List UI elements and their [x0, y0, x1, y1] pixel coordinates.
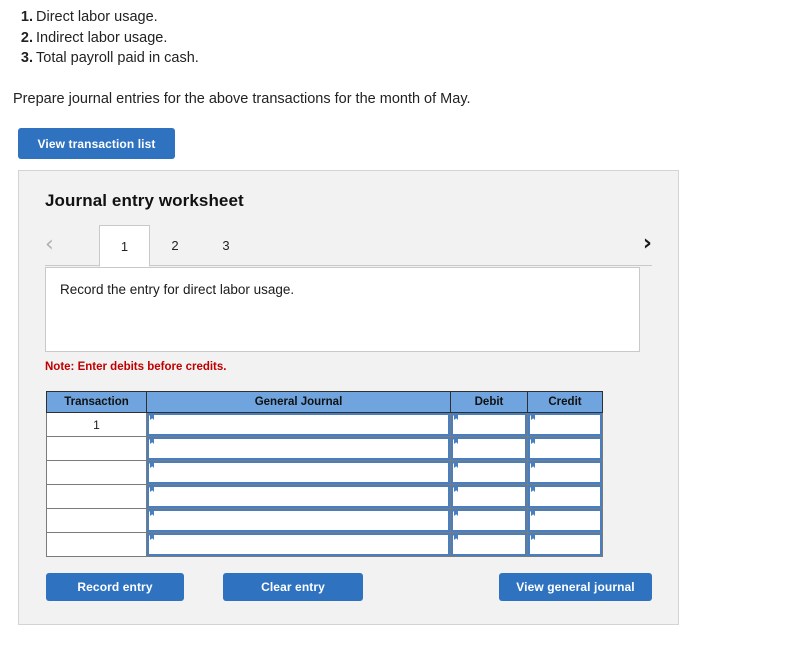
chevron-left-icon[interactable]: ‹	[45, 234, 54, 256]
transaction-number-cell	[46, 460, 147, 485]
credit-input-cell[interactable]	[527, 412, 603, 437]
credit-input-cell[interactable]	[527, 532, 603, 557]
requirements-list: 1. Direct labor usage. 2. Indirect labor u…	[13, 7, 773, 69]
general-journal-input[interactable]	[147, 437, 450, 460]
general-journal-input[interactable]	[147, 461, 450, 484]
debit-input-cell[interactable]	[450, 412, 528, 437]
record-entry-button[interactable]: Record entry	[46, 573, 184, 601]
general-journal-input[interactable]	[147, 485, 450, 508]
general-journal-input[interactable]	[147, 533, 450, 556]
credit-input[interactable]	[528, 461, 602, 484]
debit-input-cell[interactable]	[450, 508, 528, 533]
column-header-credit: Credit	[527, 391, 603, 413]
credit-input[interactable]	[528, 509, 602, 532]
table-row	[46, 484, 603, 509]
list-item: 3. Total payroll paid in cash.	[13, 48, 773, 69]
journal-entry-table: Transaction General Journal Debit Credit…	[46, 391, 603, 557]
tab-2[interactable]: 2	[150, 225, 200, 266]
tab-label: 2	[171, 238, 179, 253]
credit-input-cell[interactable]	[527, 436, 603, 461]
credit-input[interactable]	[528, 437, 602, 460]
debit-input[interactable]	[451, 461, 527, 484]
tab-1[interactable]: 1	[99, 225, 150, 267]
worksheet-tabstrip: ‹ 1 2 3 ›	[45, 225, 652, 267]
debit-input[interactable]	[451, 533, 527, 556]
list-item-label: Indirect labor usage.	[36, 29, 168, 46]
table-row	[46, 460, 603, 485]
transaction-number-cell	[46, 508, 147, 533]
instruction-text: Prepare journal entries for the above tr…	[13, 90, 471, 107]
credit-input-cell[interactable]	[527, 460, 603, 485]
journal-entry-worksheet-panel: Journal entry worksheet ‹ 1 2 3 › Record…	[18, 170, 679, 625]
table-row	[46, 436, 603, 461]
entry-description-text: Record the entry for direct labor usage.	[60, 282, 295, 297]
general-journal-input-cell[interactable]	[146, 532, 451, 557]
list-item-number: 3.	[20, 50, 33, 66]
debit-input-cell[interactable]	[450, 484, 528, 509]
debit-input-cell[interactable]	[450, 436, 528, 461]
credit-input-cell[interactable]	[527, 508, 603, 533]
debit-input[interactable]	[451, 437, 527, 460]
general-journal-input[interactable]	[147, 413, 450, 436]
table-header-row: Transaction General Journal Debit Credit	[46, 391, 603, 413]
debit-input-cell[interactable]	[450, 532, 528, 557]
debit-input[interactable]	[451, 509, 527, 532]
column-header-transaction: Transaction	[46, 391, 147, 413]
credit-input[interactable]	[528, 485, 602, 508]
chevron-right-icon[interactable]: ›	[643, 233, 652, 255]
tab-3[interactable]: 3	[200, 225, 252, 266]
view-transaction-list-button[interactable]: View transaction list	[18, 128, 175, 159]
general-journal-input-cell[interactable]	[146, 436, 451, 461]
transaction-number-cell	[46, 484, 147, 509]
general-journal-input-cell[interactable]	[146, 508, 451, 533]
list-item-number: 1.	[20, 9, 33, 25]
column-header-debit: Debit	[450, 391, 528, 413]
debits-before-credits-note: Note: Enter debits before credits.	[45, 361, 227, 373]
column-header-general-journal: General Journal	[146, 391, 451, 413]
list-item: 2. Indirect labor usage.	[13, 28, 773, 49]
credit-input[interactable]	[528, 413, 602, 436]
credit-input[interactable]	[528, 533, 602, 556]
page-title: Journal entry worksheet	[45, 191, 244, 210]
table-row	[46, 508, 603, 533]
entry-description-box: Record the entry for direct labor usage.	[45, 267, 640, 352]
list-item-label: Direct labor usage.	[36, 9, 158, 25]
general-journal-input-cell[interactable]	[146, 484, 451, 509]
general-journal-input-cell[interactable]	[146, 412, 451, 437]
tab-label: 3	[222, 238, 230, 253]
clear-entry-button[interactable]: Clear entry	[223, 573, 363, 601]
transaction-number-cell: 1	[46, 412, 147, 437]
general-journal-input-cell[interactable]	[146, 460, 451, 485]
transaction-number-cell	[46, 436, 147, 461]
journal-entry-table-body: 1	[46, 412, 603, 557]
general-journal-input[interactable]	[147, 509, 450, 532]
transaction-number-cell	[46, 532, 147, 557]
list-item-label: Total payroll paid in cash.	[36, 50, 199, 66]
debit-input[interactable]	[451, 485, 527, 508]
credit-input-cell[interactable]	[527, 484, 603, 509]
requirements-block: 1. Direct labor usage. 2. Indirect labor u…	[13, 7, 773, 109]
list-item-number: 2.	[20, 29, 33, 46]
list-item: 1. Direct labor usage.	[13, 7, 773, 28]
tab-label: 1	[120, 238, 129, 254]
table-row: 1	[46, 412, 603, 437]
table-row	[46, 532, 603, 557]
view-general-journal-button[interactable]: View general journal	[499, 573, 652, 601]
debit-input-cell[interactable]	[450, 460, 528, 485]
debit-input[interactable]	[451, 413, 527, 436]
